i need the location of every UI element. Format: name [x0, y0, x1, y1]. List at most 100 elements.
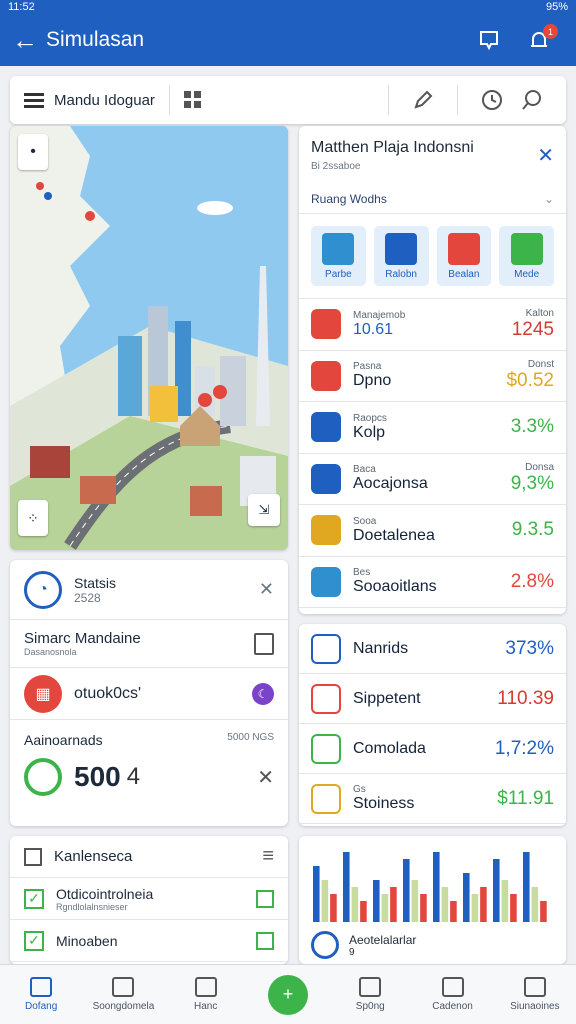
details-panel: Matthen Plaja Indonsni Bi 2ssaboe ✕ Ruan… — [299, 126, 566, 614]
nav-item-4[interactable]: Sp0ng — [329, 965, 411, 1024]
metric-right-value: 3.3% — [510, 416, 554, 438]
category-2[interactable]: Bealan — [436, 226, 492, 286]
tasks-header: Kanlenseca ≡ — [10, 836, 288, 878]
list-item-value: 1,7:2% — [494, 737, 554, 759]
bar — [381, 894, 389, 922]
task-label: Minoaben — [56, 932, 118, 949]
edit-icon[interactable] — [256, 889, 274, 908]
metric-row[interactable]: Manajemob 10.61 Kalton 1245 — [299, 299, 566, 351]
moon-icon[interactable]: ☾ — [252, 682, 274, 705]
category-0[interactable]: Parbe — [311, 226, 366, 286]
nav-item-1[interactable]: Soongdomela — [82, 965, 164, 1024]
metric-right-value: 2.8% — [510, 570, 554, 592]
list-item-value: 373% — [505, 637, 554, 659]
stats-item[interactable]: ▦ otuok0cs' ☾ — [10, 668, 288, 720]
task-item[interactable]: ✓ Minoaben — [10, 920, 288, 962]
nav-item-6[interactable]: Siunaoines — [494, 965, 576, 1024]
user-icon — [523, 977, 546, 997]
metric-value: Dpno — [353, 372, 392, 390]
list-item-label: Stoiness — [353, 795, 415, 812]
section-subtitle: Dasanosnola — [24, 647, 77, 657]
nav-item-2[interactable]: Hanc — [165, 965, 247, 1024]
gauge-icon: ◔ — [24, 570, 62, 609]
checkbox-icon[interactable]: ✓ — [24, 930, 44, 951]
divider — [457, 85, 458, 115]
category-3[interactable]: Mede — [499, 226, 554, 286]
menu-icon[interactable]: ≡ — [262, 845, 274, 868]
expand-map-button[interactable]: ⇲ — [248, 494, 280, 526]
calendar-icon[interactable] — [254, 632, 274, 655]
app-bar: ← Simulasan 1 — [0, 14, 576, 66]
metric-value: 10.61 — [353, 320, 394, 338]
panel-subtitle: Bi 2ssaboe — [311, 160, 361, 172]
metric-right-caption: Donsa — [525, 462, 554, 474]
task-item[interactable]: ✓ Otdicointrolneia Rgndlolalnsnieser — [10, 878, 288, 920]
tasks-title: Kanlenseca — [54, 848, 133, 865]
menu-icon[interactable] — [24, 92, 44, 108]
category-label: Bealan — [448, 268, 480, 280]
panel-header: Matthen Plaja Indonsni Bi 2ssaboe ✕ — [299, 126, 566, 184]
bar — [321, 880, 329, 922]
notification-button[interactable]: 1 — [514, 20, 564, 60]
metric-row[interactable]: Sooa Doetalenea 9.3.5 — [299, 505, 566, 557]
bar — [480, 887, 487, 922]
close-icon[interactable]: ✕ — [259, 579, 274, 600]
category-dropdown[interactable]: Ruang Wodhs ⌄ — [299, 184, 566, 214]
bar — [463, 873, 470, 922]
grid-icon[interactable] — [183, 91, 202, 109]
bar — [450, 901, 457, 922]
metric-value: Aocajonsa — [353, 475, 428, 493]
progress-ring-icon — [24, 758, 62, 796]
add-icon[interactable]: + — [267, 974, 308, 1015]
search-icon — [522, 90, 541, 110]
category-label: Parbe — [325, 268, 352, 280]
nav-item-3[interactable]: + — [247, 965, 329, 1024]
checkbox-icon[interactable]: ✓ — [24, 888, 44, 909]
bar-chart-card: 2003 Aeotelalarlar 9 — [299, 836, 566, 964]
bookmark-button[interactable] — [464, 20, 514, 60]
list-item-value: 110.39 — [497, 687, 554, 709]
score-value: 500 — [74, 761, 121, 792]
metric-row[interactable]: Pasna Dpno Donst $0.52 — [299, 351, 566, 402]
edit-button[interactable] — [403, 80, 443, 120]
list-item[interactable]: Nanrids 373% — [299, 624, 566, 674]
search-button[interactable] — [512, 80, 552, 120]
bar — [411, 880, 419, 922]
back-arrow-icon[interactable]: ← — [12, 25, 46, 56]
metric-value: Doetalenea — [353, 526, 435, 544]
city-map[interactable]: • ⁘ ⇲ — [10, 126, 288, 550]
bar — [501, 880, 509, 922]
stats-footer: Aainoarnads 5000 NGS — [10, 720, 288, 748]
layers-button[interactable]: ⁘ — [18, 500, 48, 536]
list-item-icon — [311, 783, 341, 814]
dropdown-value: Ruang Wodhs — [311, 191, 387, 206]
edit-icon[interactable] — [256, 931, 274, 950]
nav-item-5[interactable]: Cadenon — [411, 965, 493, 1024]
metric-right-value: 9.3.5 — [511, 519, 554, 541]
bar — [441, 887, 449, 922]
list-item[interactable]: Comolada 1,7:2% — [299, 724, 566, 774]
chart-footer-label: Aeotelalarlar — [349, 932, 417, 947]
zoom-control[interactable]: • — [18, 134, 48, 170]
metric-row[interactable]: Raopcs Kolp 3.3% — [299, 402, 566, 454]
list-item[interactable]: Gs Stoiness $11.91 — [299, 774, 566, 824]
panel-title: Matthen Plaja Indonsni — [311, 138, 474, 156]
nav-item-0[interactable]: Dofang — [0, 965, 82, 1024]
list-item-text: Sippetent — [353, 690, 497, 708]
metric-row[interactable]: Baca Aocajonsa Donsa 9,3% — [299, 454, 566, 505]
category-icon — [510, 232, 543, 265]
list-item[interactable]: Sippetent 110.39 — [299, 674, 566, 724]
metric-row[interactable]: Bes Sooaoitlans 2.8% — [299, 557, 566, 608]
list-item-caption: Gs — [353, 784, 366, 795]
history-button[interactable] — [472, 80, 512, 120]
bar — [471, 894, 479, 922]
document-icon — [441, 977, 464, 997]
status-battery: 95% — [545, 1, 568, 13]
category-label: Ralobn — [385, 268, 417, 280]
close-icon[interactable]: ✕ — [537, 143, 554, 168]
bag-icon — [359, 977, 382, 997]
tools-icon[interactable]: ✕ — [257, 765, 274, 790]
chart-footer-small: 9 — [349, 946, 355, 958]
globe-icon — [311, 566, 341, 597]
category-1[interactable]: Ralobn — [373, 226, 429, 286]
